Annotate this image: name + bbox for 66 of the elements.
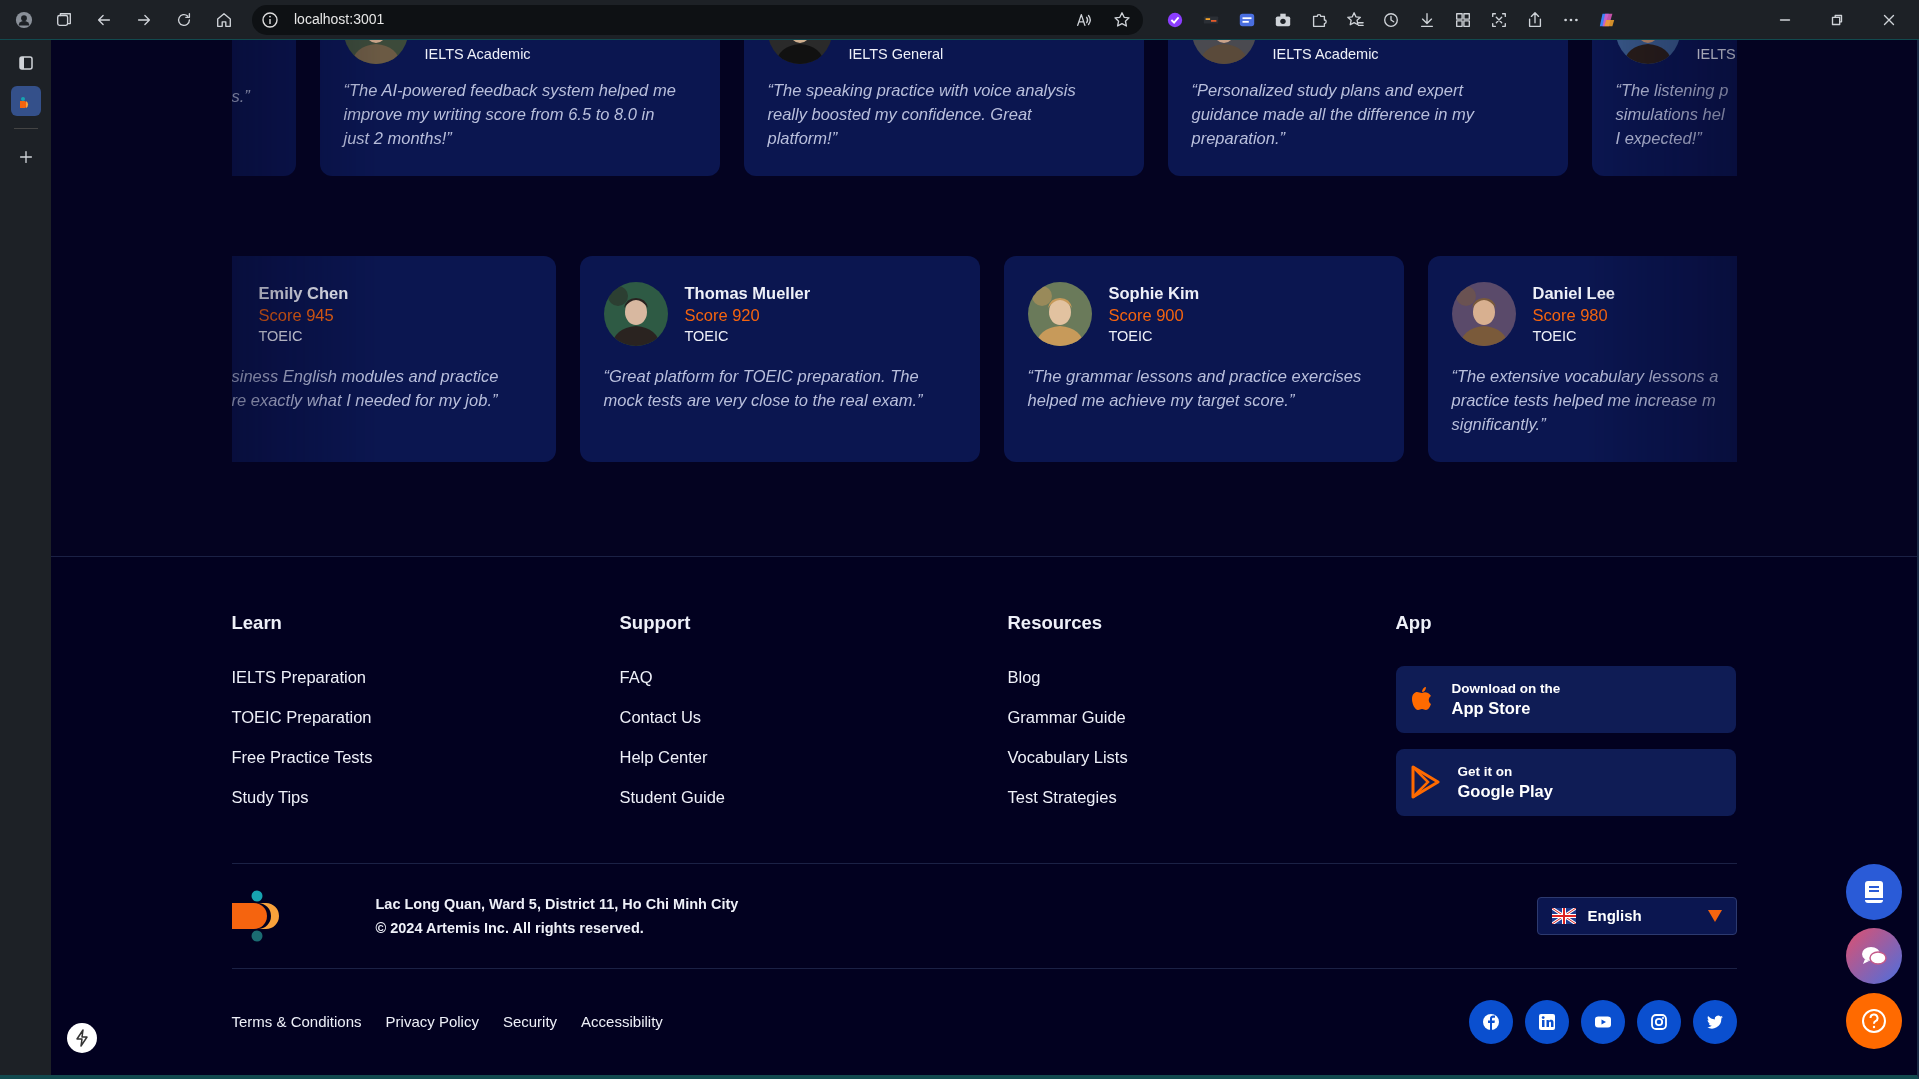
exam-label: IELTS	[1696, 45, 1736, 64]
column-heading: Learn	[231, 611, 283, 635]
language-select[interactable]: English	[1536, 896, 1737, 935]
testimonial-quote: “The speaking practice with voice analysis really boosted my confidence. Great platform!”	[767, 80, 1077, 149]
score-text: Score 920	[684, 305, 761, 326]
column-heading: Support	[619, 611, 692, 635]
exam-label: IELTS General	[848, 45, 944, 64]
footer-link[interactable]: IELTS Preparation	[231, 665, 572, 688]
footer-link[interactable]: Vocabulary Lists	[1007, 745, 1348, 768]
copyright-text: © 2024 Artemis Inc. All rights reserved.	[375, 918, 645, 938]
info-icon[interactable]	[262, 11, 278, 28]
sidebar-icon	[16, 54, 35, 72]
google-play-button[interactable]: Get it on Google Play	[1395, 748, 1736, 816]
legal-link[interactable]: Terms & Conditions	[231, 1010, 362, 1033]
person-name: Sophie Kim	[1108, 283, 1200, 304]
column-heading: Resources	[1007, 611, 1104, 635]
caret-icon	[1707, 909, 1722, 922]
testimonial-quote: “Great platform for TOEIC preparation. The mock tests are very close to the real exam.”	[603, 366, 924, 411]
flag-icon	[1551, 907, 1576, 924]
testimonial-quote: s.”	[231, 86, 252, 107]
footer-link[interactable]: TOEIC Preparation	[231, 705, 572, 728]
app-store-button[interactable]: Download on the App Store	[1395, 665, 1736, 733]
testimonial-quote: “The extensive vocabulary lessons a practice tests helped me increase m significantly.”	[1451, 366, 1720, 435]
testimonial-quote: “The listening p simulations hel I expected!”	[1615, 80, 1730, 149]
help-icon	[1861, 1008, 1887, 1034]
footer-link[interactable]: Contact Us	[619, 705, 960, 728]
exam-label: IELTS Academic	[424, 45, 531, 64]
footer-link[interactable]: Student Guide	[619, 785, 960, 808]
bolt-icon	[74, 1029, 90, 1047]
footer-link[interactable]: Grammar Guide	[1007, 705, 1348, 728]
twitter-icon	[1705, 1012, 1724, 1031]
testimonial-quote: siness English modules and practice re exactly what I needed for my job.”	[231, 366, 500, 411]
exam-label: TOEIC	[1532, 327, 1578, 346]
footer-link[interactable]: Study Tips	[231, 785, 572, 808]
linkedin-icon	[1537, 1012, 1556, 1031]
exam-label: TOEIC	[1108, 327, 1154, 346]
testimonial-quote: “The grammar lessons and practice exercises helped me achieve my target score.”	[1027, 366, 1363, 411]
score-text: Score 980	[1532, 305, 1609, 326]
chat-icon	[1861, 945, 1887, 967]
exam-label: IELTS Academic	[1272, 45, 1379, 64]
person-name: Emily Chen	[258, 283, 349, 304]
exam-label: TOEIC	[684, 327, 730, 346]
person-name: Daniel Lee	[1532, 283, 1616, 304]
person-name: Thomas Mueller	[684, 283, 811, 304]
score-text: Score 945	[258, 305, 335, 326]
legal-link[interactable]: Accessibility	[581, 1010, 663, 1033]
footer-link[interactable]: Help Center	[619, 745, 960, 768]
play-store-icon	[1409, 765, 1440, 800]
address-bar[interactable]: localhost:3001	[252, 4, 1143, 35]
sidebar-tab[interactable]	[10, 86, 41, 116]
footer-link[interactable]: Blog	[1007, 665, 1348, 688]
facebook-icon	[1481, 1012, 1500, 1031]
address-text: Lac Long Quan, Ward 5, District 11, Ho Chi Minh City	[375, 894, 739, 914]
legal-link[interactable]: Security	[502, 1010, 558, 1033]
instagram-icon	[1649, 1012, 1668, 1031]
footer-link[interactable]: Free Practice Tests	[231, 745, 572, 768]
testimonial-quote: “Personalized study plans and expert guidance made all the difference in my preparation.”	[1191, 80, 1476, 149]
footer-link[interactable]: Test Strategies	[1007, 785, 1348, 808]
column-heading: App	[1395, 611, 1433, 635]
footer-link[interactable]: FAQ	[619, 665, 960, 688]
testimonial-quote: “The AI-powered feedback system helped me improve my writing score from 6.5 to 8.0 in just 2 months!”	[343, 80, 677, 149]
exam-label: TOEIC	[258, 327, 304, 346]
score-text: Score 900	[1108, 305, 1185, 326]
url-text: localhost:3001	[294, 10, 385, 29]
legal-link[interactable]: Privacy Policy	[385, 1010, 479, 1033]
book-icon	[1863, 880, 1885, 904]
